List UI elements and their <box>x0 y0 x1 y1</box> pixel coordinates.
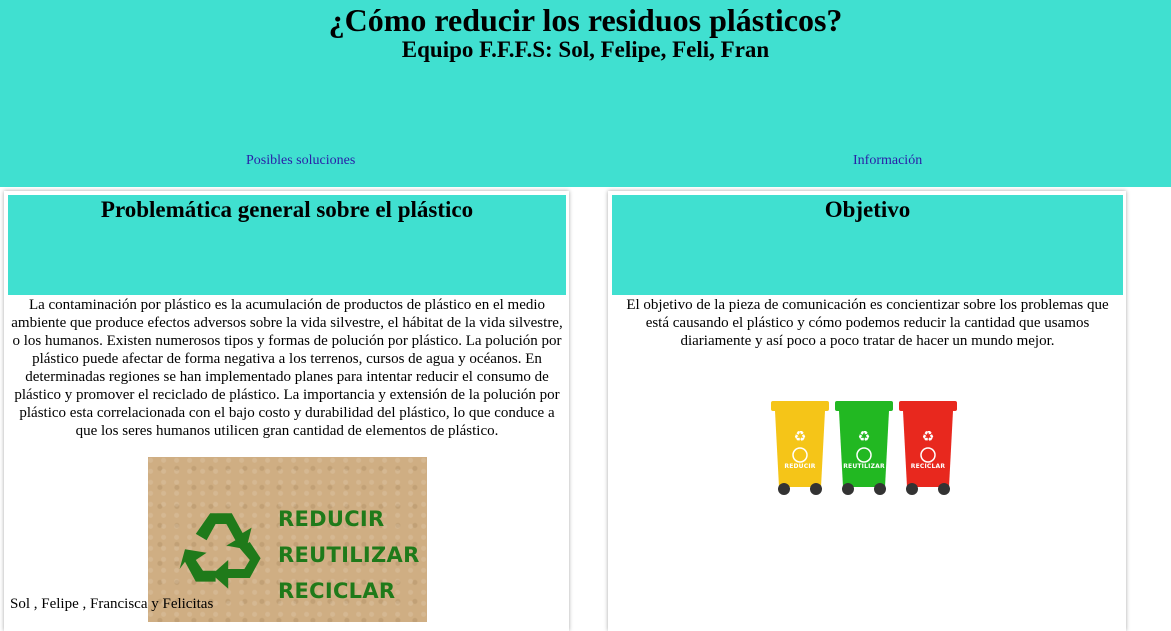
svg-text:♻: ♻ <box>794 429 807 445</box>
objetivo-heading: Objetivo <box>824 197 911 222</box>
page-title: ¿Cómo reducir los residuos plásticos? <box>328 2 843 38</box>
nav-link-posibles-soluciones[interactable]: Posibles soluciones <box>246 153 355 169</box>
bin-reutilizar-label: REUTILIZAR <box>843 463 885 470</box>
team-subtitle: Equipo F.F.F.S: Sol, Felipe, Feli, Fran <box>401 37 770 62</box>
bin-reducir-icon: ♻ <box>771 401 829 495</box>
problematica-text: La contaminación por plástico es la acum… <box>11 297 563 439</box>
authors-footer: Sol , Felipe , Francisca y Felicitas <box>10 596 214 612</box>
slogan-reducir: REDUCIR <box>278 507 385 531</box>
recycle-icon <box>179 513 261 589</box>
problematica-header: Problemática general sobre el plástico <box>8 195 566 295</box>
bin-reciclar: ♻ RECICLAR <box>898 401 958 497</box>
slogan-reutilizar: REUTILIZAR <box>278 543 420 567</box>
site-header: ¿Cómo reducir los residuos plásticos? Eq… <box>0 0 1171 187</box>
bin-reciclar-icon: ♻ <box>899 401 957 495</box>
bin-reutilizar-icon: ♻ <box>835 401 893 495</box>
objetivo-card: Objetivo El objetivo de la pieza de comu… <box>608 191 1126 631</box>
bin-reutilizar: ♻ REUTILIZAR <box>834 401 894 497</box>
objetivo-text: El objetivo de la pieza de comunicación … <box>626 297 1109 349</box>
svg-text:♻: ♻ <box>858 429 871 445</box>
recycling-bins-image: ♻ REDUCIR ♻ REUTILIZAR ♻ RECICLAR <box>770 397 964 497</box>
bin-reducir: ♻ REDUCIR <box>770 401 830 497</box>
svg-text:♻: ♻ <box>922 429 935 445</box>
problematica-heading: Problemática general sobre el plástico <box>100 197 474 222</box>
slogan-reciclar: RECICLAR <box>278 579 396 603</box>
objetivo-header: Objetivo <box>612 195 1123 295</box>
bin-reducir-label: REDUCIR <box>784 463 816 470</box>
nav-link-informacion[interactable]: Información <box>853 153 922 169</box>
problematica-card: Problemática general sobre el plástico L… <box>4 191 569 631</box>
bin-reciclar-label: RECICLAR <box>910 463 946 470</box>
